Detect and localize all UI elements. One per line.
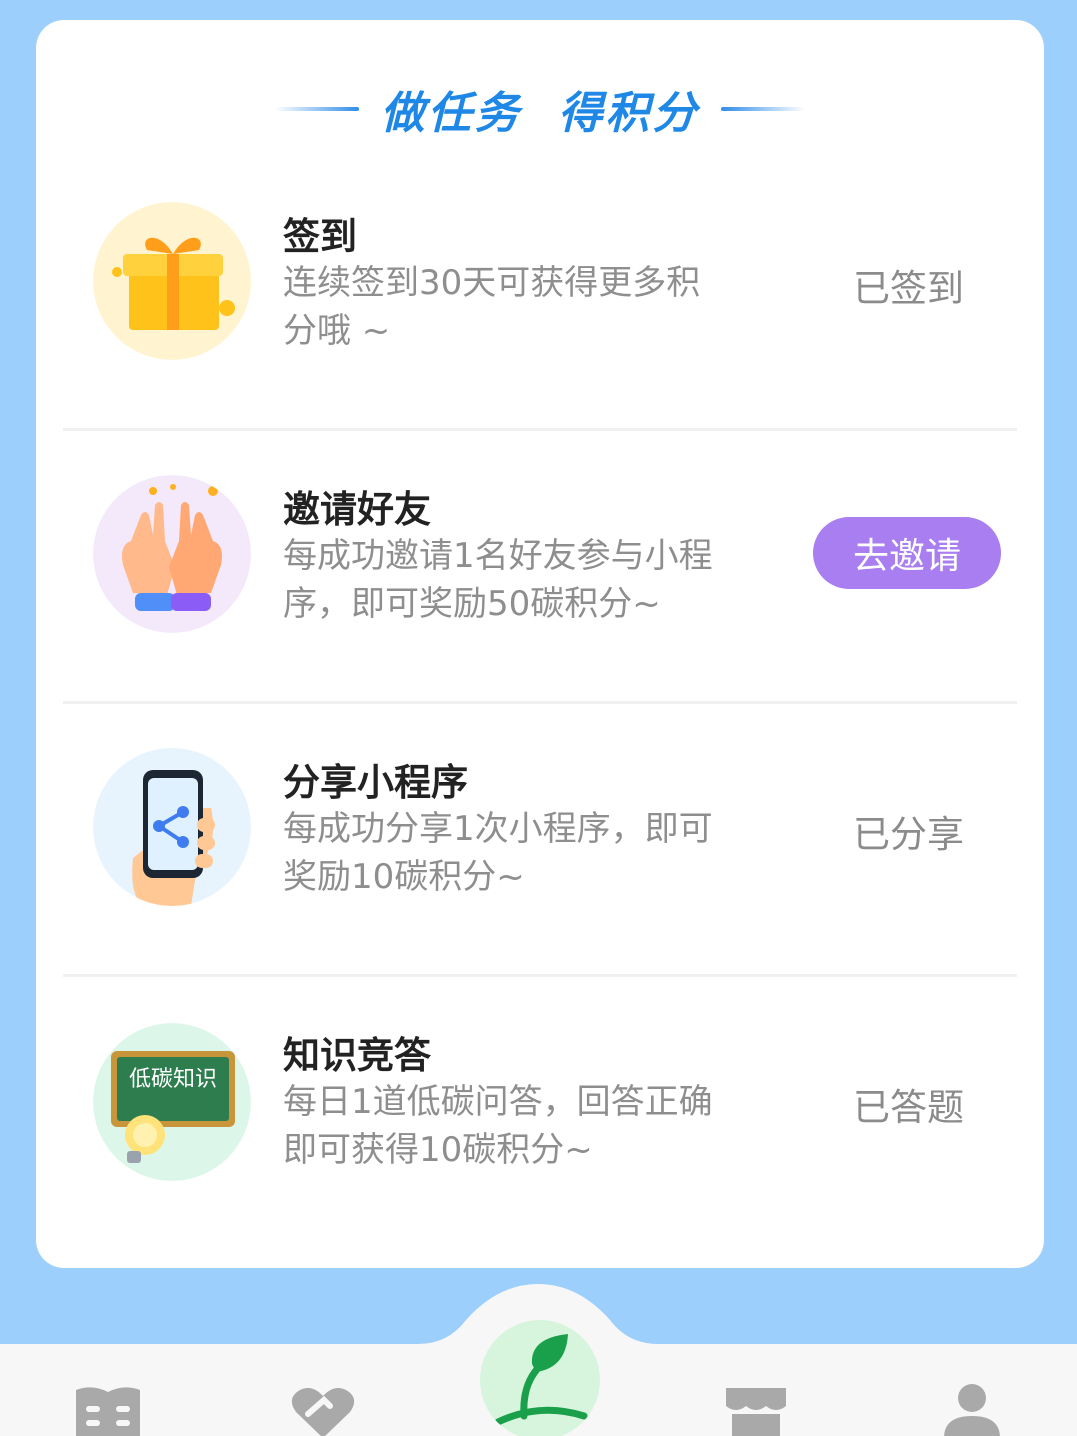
store-icon [726, 1388, 786, 1436]
status-badge: 已答题 [853, 1086, 964, 1129]
task-description: 每成功分享1次小程序，即可奖励10碳积分~ [283, 809, 713, 897]
gift-icon [93, 202, 251, 360]
status-badge: 已签到 [853, 267, 964, 310]
quiz-board-icon: 低碳知识 [93, 1023, 251, 1181]
quiz-board-label: 低碳知识 [129, 1067, 217, 1092]
header-divider-right [721, 107, 806, 111]
task-title: 分享小程序 [283, 761, 468, 804]
invite-button[interactable]: 去邀请 [813, 517, 1001, 589]
task-description: 每成功邀请1名好友参与小程序，即可奖励50碳积分~ [283, 536, 713, 624]
task-description: 每日1道低碳问答，回答正确即可获得10碳积分~ [283, 1082, 713, 1170]
tab-book[interactable] [72, 1382, 152, 1436]
card-header: 做任务 得积分 [36, 78, 1044, 140]
task-share: 分享小程序 每成功分享1次小程序，即可奖励10碳积分~ 已分享 [63, 704, 1017, 977]
status-badge: 已分享 [853, 813, 964, 856]
task-title: 知识竞答 [283, 1034, 431, 1077]
tab-home[interactable] [480, 1320, 600, 1436]
page: 做任务 得积分 签到 连续签到30天可获得更多积分哦 ~ 已签到 邀请好友 每成… [0, 0, 1077, 1436]
user-icon [944, 1384, 1000, 1436]
task-knowledge-quiz: 低碳知识 知识竞答 每日1道低碳问答，回答正确即可获得10碳积分~ 已答题 [63, 977, 1017, 1250]
tab-store[interactable] [724, 1384, 804, 1436]
task-title: 邀请好友 [283, 488, 431, 531]
task-title: 签到 [283, 215, 357, 258]
tab-profile[interactable] [940, 1382, 1020, 1436]
heart-hand-icon [291, 1388, 355, 1436]
page-title: 做任务 得积分 [380, 88, 700, 139]
header-divider-left [274, 107, 359, 111]
task-invite-friends: 邀请好友 每成功邀请1名好友参与小程序，即可奖励50碳积分~ 去邀请 [63, 431, 1017, 704]
task-description: 连续签到30天可获得更多积分哦 ~ [283, 263, 701, 351]
share-phone-icon [93, 748, 251, 906]
task-sign-in: 签到 连续签到30天可获得更多积分哦 ~ 已签到 [63, 158, 1017, 431]
high-five-icon [93, 475, 251, 633]
book-icon [76, 1387, 140, 1436]
tab-charity[interactable] [290, 1384, 370, 1436]
task-card: 做任务 得积分 签到 连续签到30天可获得更多积分哦 ~ 已签到 邀请好友 每成… [36, 20, 1044, 1268]
sprout-icon [494, 1334, 588, 1426]
